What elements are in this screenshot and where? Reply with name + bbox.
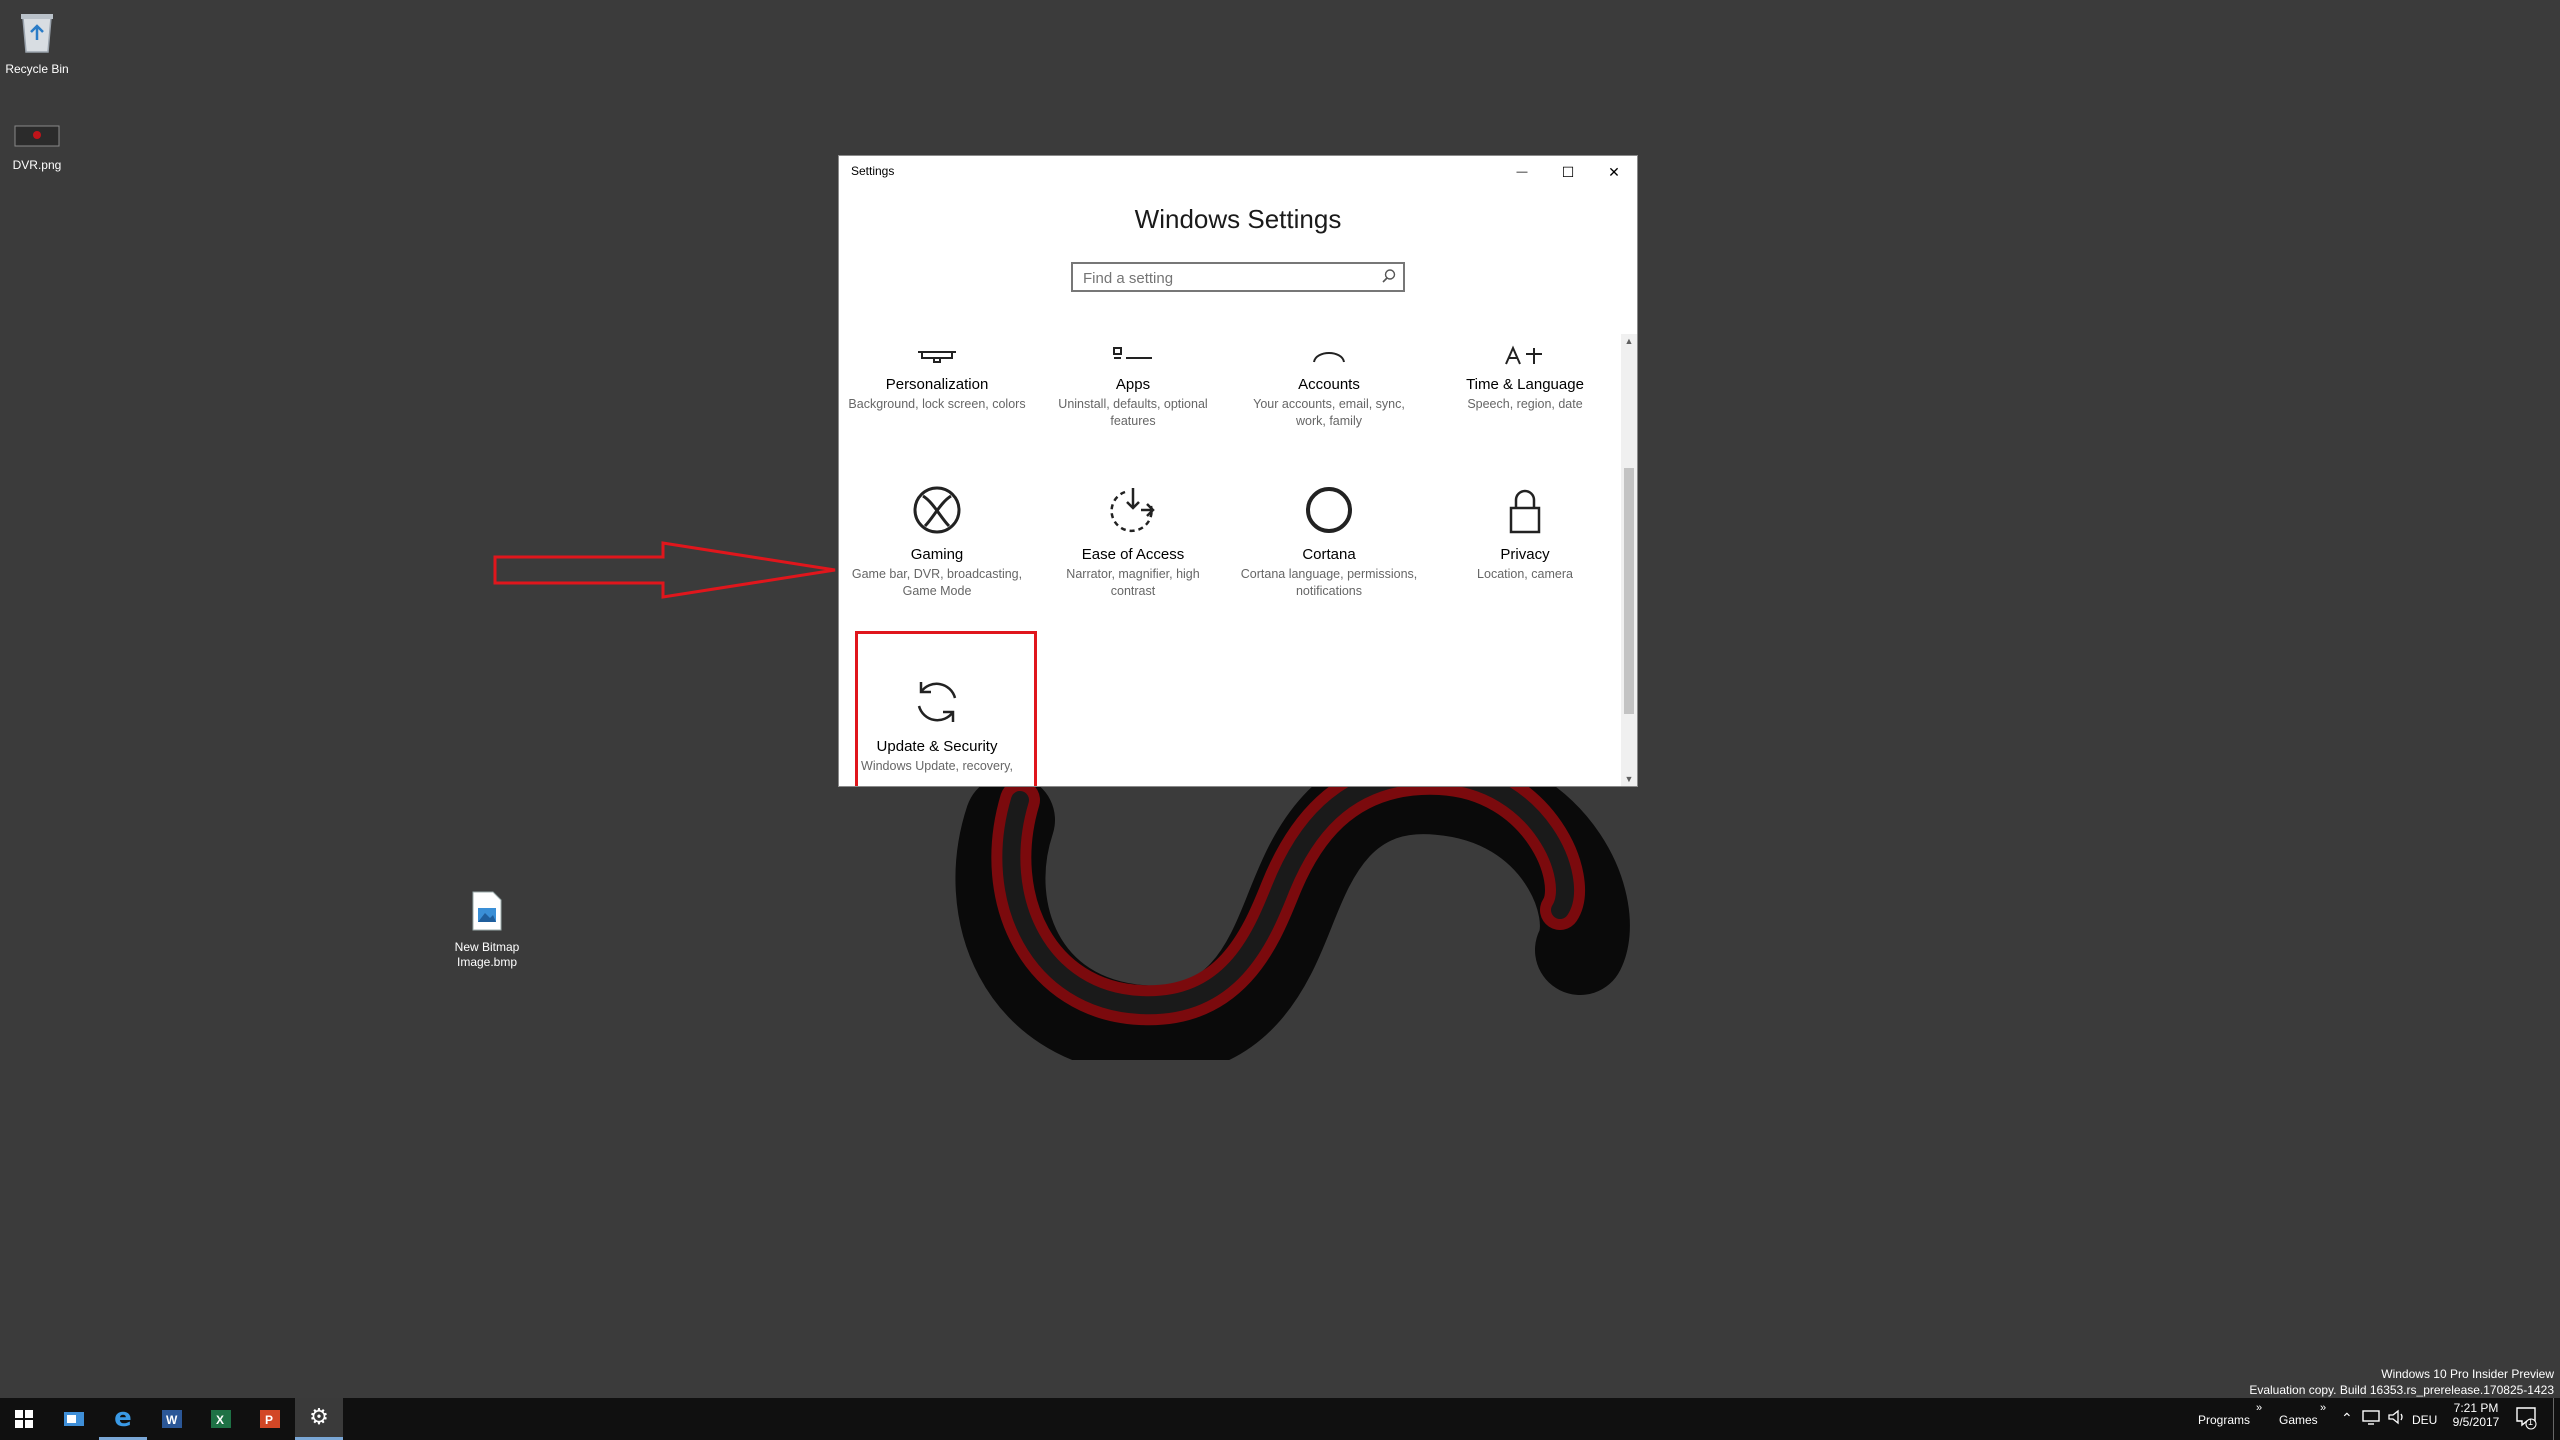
maximize-icon: ☐ [1561, 163, 1575, 180]
scrollbar-thumb[interactable] [1624, 468, 1634, 714]
tile-label: Gaming [910, 546, 964, 563]
show-hidden-icons-icon[interactable]: ⌃ [2341, 1410, 2353, 1427]
tile-label: Time & Language [1466, 376, 1584, 393]
taskbar-excel[interactable]: X [197, 1398, 245, 1440]
build-watermark: Windows 10 Pro Insider Preview Evaluatio… [2249, 1366, 2554, 1398]
window-title: Settings [851, 164, 895, 178]
watermark-line-2: Evaluation copy. Build 16353.rs_prerelea… [2249, 1383, 2554, 1397]
tile-description: Your accounts, email, sync, work, family [1253, 397, 1405, 428]
personalization-icon [839, 334, 1035, 366]
wallpaper-logo [955, 760, 1630, 1060]
annotation-arrow-icon [493, 541, 836, 599]
minimize-icon: — [1516, 166, 1528, 178]
word-icon: W [162, 1410, 182, 1428]
outlook-icon [64, 1412, 84, 1426]
show-desktop-button[interactable] [2553, 1398, 2560, 1440]
desktop-icon-recycle-bin[interactable]: Recycle Bin [0, 8, 92, 77]
tile-description: Background, lock screen, colors [848, 397, 1026, 411]
clock-date: 9/5/2017 [2452, 1415, 2500, 1429]
tile-description: Uninstall, defaults, optional features [1058, 397, 1208, 428]
tile-label: Cortana [1302, 546, 1356, 563]
tile-label: Accounts [1298, 376, 1360, 393]
title-bar[interactable]: Settings — ☐ ✕ [839, 156, 1637, 188]
settings-icon: ⚙ [309, 1405, 329, 1430]
watermark-line-1: Windows 10 Pro Insider Preview [2381, 1367, 2554, 1381]
taskbar: e W X P ⚙ Programs » Games » ⌃ DEU 7:21 … [0, 1398, 2560, 1440]
close-icon: ✕ [1608, 163, 1620, 180]
svg-text:X: X [216, 1413, 224, 1427]
tile-personalization[interactable]: Personalization Background, lock screen,… [839, 334, 1035, 413]
toolbar-games-chevron-icon[interactable]: » [2320, 1402, 2326, 1414]
accounts-icon [1231, 334, 1427, 366]
tile-time-language[interactable]: Time & Language Speech, region, date [1427, 334, 1619, 413]
bitmap-file-icon [432, 890, 542, 936]
tile-description: Narrator, magnifier, high contrast [1066, 567, 1200, 598]
vertical-scrollbar[interactable]: ▲ ▼ [1621, 334, 1637, 786]
tile-label: Privacy [1500, 546, 1550, 563]
svg-text:W: W [166, 1413, 178, 1427]
ease-of-access-icon [1035, 482, 1231, 536]
edge-icon: e [114, 1402, 132, 1433]
recycle-bin-icon [0, 8, 92, 58]
volume-icon[interactable] [2387, 1409, 2405, 1428]
scroll-down-icon[interactable]: ▼ [1621, 774, 1637, 784]
desktop-icon-label: New Bitmap Image.bmp [454, 940, 520, 969]
input-language[interactable]: DEU [2412, 1413, 2437, 1427]
tile-privacy[interactable]: Privacy Location, camera [1427, 482, 1619, 583]
action-center-button[interactable]: 1 [2515, 1406, 2537, 1435]
desktop-icon-dvr-png[interactable]: DVR.png [0, 124, 92, 173]
tile-label: Apps [1115, 376, 1151, 393]
notification-icon [2516, 1407, 2537, 1430]
powerpoint-icon: P [260, 1410, 280, 1428]
tile-gaming[interactable]: Gaming Game bar, DVR, broadcasting, Game… [839, 482, 1035, 600]
minimize-button[interactable]: — [1499, 156, 1545, 188]
image-file-icon [0, 124, 92, 154]
toolbar-programs[interactable]: Programs [2198, 1413, 2250, 1427]
taskbar-edge[interactable]: e [99, 1398, 147, 1440]
lock-icon [1427, 482, 1619, 536]
tile-label: Personalization [885, 376, 989, 393]
tile-description: Location, camera [1477, 567, 1573, 581]
tile-description: Cortana language, permissions, notificat… [1240, 567, 1418, 598]
taskbar-word[interactable]: W [148, 1398, 196, 1440]
xbox-icon [839, 482, 1035, 536]
toolbar-programs-chevron-icon[interactable]: » [2256, 1402, 2262, 1414]
taskbar-outlook[interactable] [50, 1398, 98, 1440]
tile-description: Speech, region, date [1467, 397, 1583, 411]
start-icon [15, 1410, 33, 1428]
toolbar-games[interactable]: Games [2279, 1413, 2318, 1427]
gaming-highlight-box [855, 631, 1037, 786]
tile-label: Ease of Access [1081, 546, 1185, 563]
search-input[interactable] [1081, 264, 1375, 292]
desktop-icon-label: Recycle Bin [5, 62, 69, 76]
desktop-icon-label: DVR.png [12, 158, 62, 172]
excel-icon: X [211, 1410, 231, 1428]
scroll-up-icon[interactable]: ▲ [1621, 336, 1637, 346]
settings-window: Settings — ☐ ✕ Windows Settings Personal… [838, 155, 1638, 787]
search-icon[interactable] [1381, 268, 1397, 289]
svg-text:P: P [265, 1413, 273, 1427]
tile-ease-of-access[interactable]: Ease of Access Narrator, magnifier, high… [1035, 482, 1231, 600]
taskbar-powerpoint[interactable]: P [246, 1398, 294, 1440]
page-title: Windows Settings [1134, 204, 1342, 234]
tile-cortana[interactable]: Cortana Cortana language, permissions, n… [1231, 482, 1427, 600]
tile-apps[interactable]: Apps Uninstall, defaults, optional featu… [1035, 334, 1231, 430]
notification-count: 1 [2528, 1417, 2534, 1427]
clock[interactable]: 7:21 PM 9/5/2017 [2446, 1401, 2506, 1429]
clock-time: 7:21 PM [2453, 1401, 2499, 1415]
maximize-button[interactable]: ☐ [1545, 156, 1591, 188]
start-button[interactable] [0, 1398, 48, 1440]
apps-icon [1035, 334, 1231, 366]
close-button[interactable]: ✕ [1591, 156, 1637, 188]
cortana-icon [1231, 482, 1427, 536]
tile-description: Game bar, DVR, broadcasting, Game Mode [851, 567, 1023, 598]
tile-accounts[interactable]: Accounts Your accounts, email, sync, wor… [1231, 334, 1427, 430]
time-language-icon [1427, 334, 1619, 366]
taskbar-settings[interactable]: ⚙ [295, 1398, 343, 1440]
network-icon[interactable] [2362, 1409, 2380, 1428]
desktop-icon-bitmap[interactable]: New Bitmap Image.bmp [432, 890, 542, 970]
search-box[interactable] [1071, 262, 1405, 292]
